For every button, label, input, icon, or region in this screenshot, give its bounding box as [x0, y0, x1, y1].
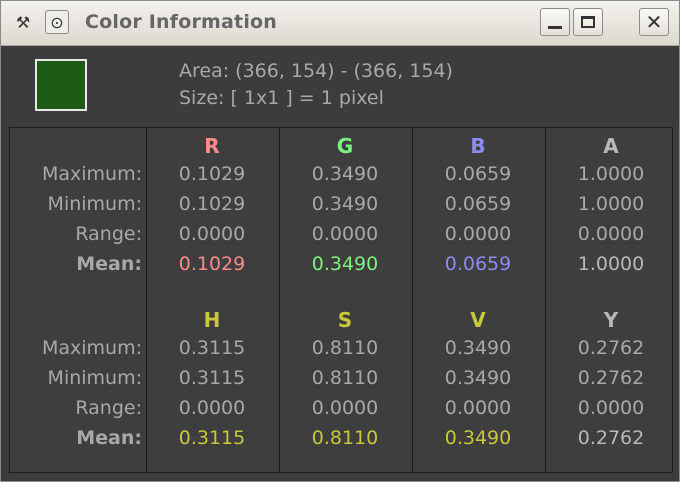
title-bar[interactable]: ⚒ ⊙ Color Information ✕: [1, 1, 679, 46]
minimize-button[interactable]: [540, 8, 570, 36]
row-label-maximum: Maximum:: [41, 163, 142, 185]
close-icon: ✕: [645, 10, 663, 34]
range-value-g: 0.0000: [311, 223, 379, 245]
maximum-value-b: 0.0659: [444, 163, 512, 185]
minimum-value-v: 0.3490: [444, 367, 512, 389]
minimum-value-s: 0.8110: [311, 367, 379, 389]
column-header-h: H: [203, 308, 221, 332]
color-information-window: ⚒ ⊙ Color Information ✕ Area: (366, 154)…: [0, 0, 680, 482]
maximize-button[interactable]: [573, 8, 603, 36]
column-header-r: R: [204, 134, 220, 158]
minimum-value-a: 1.0000: [577, 193, 645, 215]
range-value-y: 0.0000: [577, 397, 645, 419]
maximum-value-g: 0.3490: [311, 163, 379, 185]
minimum-value-b: 0.0659: [444, 193, 512, 215]
maximum-value-r: 0.1029: [178, 163, 246, 185]
column-header-v: V: [470, 308, 486, 332]
mean-value-h: 0.3115: [178, 427, 246, 449]
maximize-icon: [581, 16, 595, 28]
minimize-icon: [548, 25, 562, 29]
close-button[interactable]: ✕: [639, 8, 669, 36]
range-value-s: 0.0000: [311, 397, 379, 419]
size-text: Size: [ 1x1 ] = 1 pixel: [179, 87, 384, 109]
range-value-r: 0.0000: [178, 223, 246, 245]
column-header-s: S: [337, 308, 353, 332]
column-header-g: G: [336, 134, 354, 158]
row-label-mean: Mean:: [76, 253, 142, 275]
maximum-value-h: 0.3115: [178, 337, 246, 359]
color-swatch: [35, 59, 87, 111]
minimum-value-g: 0.3490: [311, 193, 379, 215]
minimum-value-h: 0.3115: [178, 367, 246, 389]
mean-value-v: 0.3490: [444, 427, 512, 449]
statistics-grid: R G B A Maximum: 0.1029 0.3490 0.0659 1.0000 Mini…: [9, 127, 673, 473]
range-value-h: 0.0000: [178, 397, 246, 419]
row-label-minimum: Minimum:: [47, 193, 142, 215]
window-menu-icon[interactable]: ⊙: [45, 10, 69, 34]
mean-value-s: 0.8110: [311, 427, 379, 449]
row-label-minimum: Minimum:: [47, 367, 142, 389]
maximum-value-y: 0.2762: [577, 337, 645, 359]
column-header-y: Y: [603, 308, 619, 332]
mean-value-g: 0.3490: [311, 253, 379, 275]
mean-value-a: 1.0000: [577, 253, 645, 275]
column-header-a: A: [603, 134, 619, 158]
mean-value-y: 0.2762: [577, 427, 645, 449]
mean-value-r: 0.1029: [178, 253, 246, 275]
row-label-range: Range:: [75, 223, 142, 245]
maximum-value-a: 1.0000: [577, 163, 645, 185]
range-value-v: 0.0000: [444, 397, 512, 419]
row-label-mean: Mean:: [76, 427, 142, 449]
row-label-maximum: Maximum:: [41, 337, 142, 359]
window-title: Color Information: [85, 11, 278, 33]
mean-value-b: 0.0659: [444, 253, 512, 275]
minimum-value-y: 0.2762: [577, 367, 645, 389]
maximum-value-s: 0.8110: [311, 337, 379, 359]
range-value-b: 0.0000: [444, 223, 512, 245]
minimum-value-r: 0.1029: [178, 193, 246, 215]
row-label-range: Range:: [75, 397, 142, 419]
column-header-b: B: [470, 134, 486, 158]
tools-icon[interactable]: ⚒: [11, 10, 35, 34]
range-value-a: 0.0000: [577, 223, 645, 245]
area-text: Area: (366, 154) - (366, 154): [179, 60, 453, 82]
maximum-value-v: 0.3490: [444, 337, 512, 359]
